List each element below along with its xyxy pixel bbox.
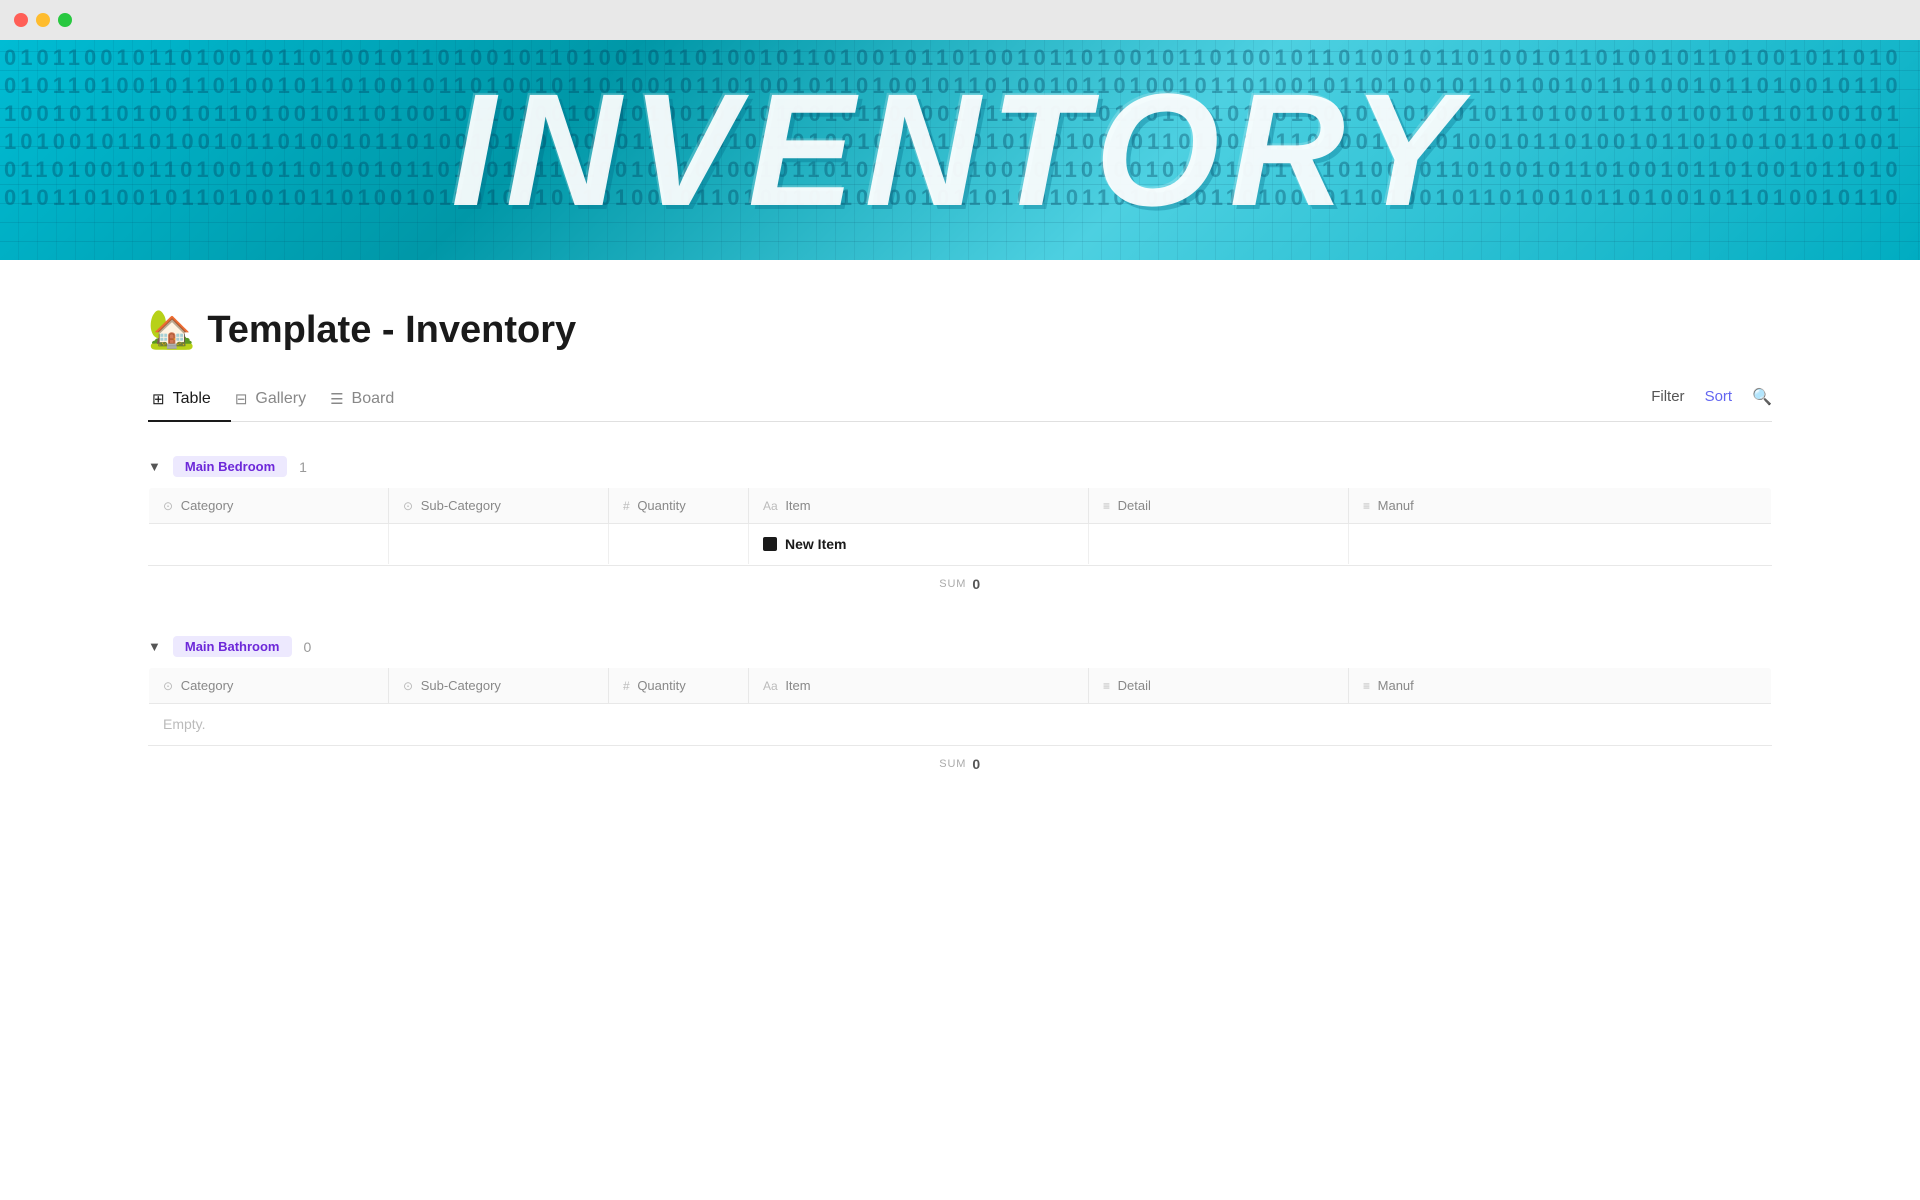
tabs-row: ⊞ Table ⊟ Gallery ☰ Board Filter Sort 🔍: [148, 380, 1772, 422]
col-header-subcategory-b: ⊙ Sub-Category: [389, 668, 609, 704]
tab-gallery-label: Gallery: [255, 390, 306, 408]
titlebar: [0, 0, 1920, 40]
group-toggle-bedroom[interactable]: ▼: [148, 459, 161, 474]
hero-title: INVENTORY: [451, 58, 1469, 242]
new-item-label: New Item: [785, 536, 846, 552]
cell-category: [149, 524, 389, 565]
table-bedroom: ⊙ Category ⊙ Sub-Category # Quantity Aa …: [148, 487, 1772, 565]
group-main-bathroom: ▼ Main Bathroom 0 ⊙ Category ⊙ Sub-Categ…: [148, 630, 1772, 782]
group-count-bathroom: 0: [304, 639, 312, 655]
page-title-text: Template - Inventory: [207, 309, 576, 352]
manuf-col-icon: ≡: [1363, 499, 1370, 513]
sort-button[interactable]: Sort: [1705, 388, 1733, 405]
gallery-icon: ⊟: [235, 390, 248, 408]
group-header-bathroom: ▼ Main Bathroom 0: [148, 630, 1772, 663]
page-emoji: 🏡: [148, 308, 195, 352]
detail-col-icon-b: ≡: [1103, 679, 1110, 693]
category-col-icon-b: ⊙: [163, 679, 173, 693]
table-row-empty: Empty.: [149, 704, 1772, 745]
page-title: 🏡 Template - Inventory: [148, 308, 1772, 352]
col-header-category-b: ⊙ Category: [149, 668, 389, 704]
board-icon: ☰: [330, 390, 343, 408]
group-toggle-bathroom[interactable]: ▼: [148, 639, 161, 654]
sum-row-bedroom: SUM 0: [148, 565, 1772, 602]
tab-table[interactable]: ⊞ Table: [148, 380, 231, 422]
table-bathroom: ⊙ Category ⊙ Sub-Category # Quantity Aa …: [148, 667, 1772, 745]
search-icon[interactable]: 🔍: [1752, 387, 1772, 407]
col-header-detail-b: ≡ Detail: [1089, 668, 1349, 704]
category-col-icon: ⊙: [163, 499, 173, 513]
col-header-item-b: Aa Item: [749, 668, 1089, 704]
col-header-manufacturer-b: ≡ Manuf: [1349, 668, 1772, 704]
toolbar: Filter Sort 🔍: [1651, 387, 1772, 415]
table-header-row-bathroom: ⊙ Category ⊙ Sub-Category # Quantity Aa …: [149, 668, 1772, 704]
group-badge-bathroom: Main Bathroom: [173, 636, 292, 657]
subcategory-col-icon-b: ⊙: [403, 679, 413, 693]
cell-item: New Item: [749, 524, 1089, 565]
subcategory-col-icon: ⊙: [403, 499, 413, 513]
manuf-col-icon-b: ≡: [1363, 679, 1370, 693]
hero-banner: 0101100101101001011010010110100101101001…: [0, 40, 1920, 260]
filter-button[interactable]: Filter: [1651, 388, 1684, 405]
sum-value-bathroom: 0: [972, 756, 980, 772]
col-header-item: Aa Item: [749, 488, 1089, 524]
col-header-manufacturer: ≡ Manuf: [1349, 488, 1772, 524]
minimize-button[interactable]: [36, 13, 50, 27]
quantity-col-icon-b: #: [623, 679, 630, 693]
tab-table-label: Table: [173, 390, 211, 408]
item-col-icon: Aa: [763, 499, 778, 513]
sum-label-bedroom: SUM: [939, 578, 966, 590]
sum-label-bathroom: SUM: [939, 758, 966, 770]
quantity-col-icon: #: [623, 499, 630, 513]
cell-manufacturer: [1349, 524, 1772, 565]
tab-board-label: Board: [352, 390, 395, 408]
col-header-subcategory: ⊙ Sub-Category: [389, 488, 609, 524]
cell-subcategory: [389, 524, 609, 565]
detail-col-icon: ≡: [1103, 499, 1110, 513]
tabs-left: ⊞ Table ⊟ Gallery ☰ Board: [148, 380, 414, 421]
col-header-quantity-b: # Quantity: [609, 668, 749, 704]
group-main-bedroom: ▼ Main Bedroom 1 ⊙ Category ⊙ Sub-Catego…: [148, 450, 1772, 602]
new-item-icon: [763, 537, 777, 551]
sum-row-bathroom: SUM 0: [148, 745, 1772, 782]
main-content: 🏡 Template - Inventory ⊞ Table ⊟ Gallery…: [0, 260, 1920, 830]
tab-board[interactable]: ☰ Board: [326, 380, 414, 422]
table-row[interactable]: New Item: [149, 524, 1772, 565]
empty-cell: Empty.: [149, 704, 1772, 745]
group-count-bedroom: 1: [299, 459, 307, 475]
cell-quantity: [609, 524, 749, 565]
tab-gallery[interactable]: ⊟ Gallery: [231, 380, 326, 422]
col-header-detail: ≡ Detail: [1089, 488, 1349, 524]
col-header-quantity: # Quantity: [609, 488, 749, 524]
group-badge-bedroom: Main Bedroom: [173, 456, 287, 477]
col-header-category: ⊙ Category: [149, 488, 389, 524]
group-header-bedroom: ▼ Main Bedroom 1: [148, 450, 1772, 483]
table-icon: ⊞: [152, 390, 165, 408]
close-button[interactable]: [14, 13, 28, 27]
table-header-row: ⊙ Category ⊙ Sub-Category # Quantity Aa …: [149, 488, 1772, 524]
sum-value-bedroom: 0: [972, 576, 980, 592]
cell-detail: [1089, 524, 1349, 565]
item-col-icon-b: Aa: [763, 679, 778, 693]
maximize-button[interactable]: [58, 13, 72, 27]
